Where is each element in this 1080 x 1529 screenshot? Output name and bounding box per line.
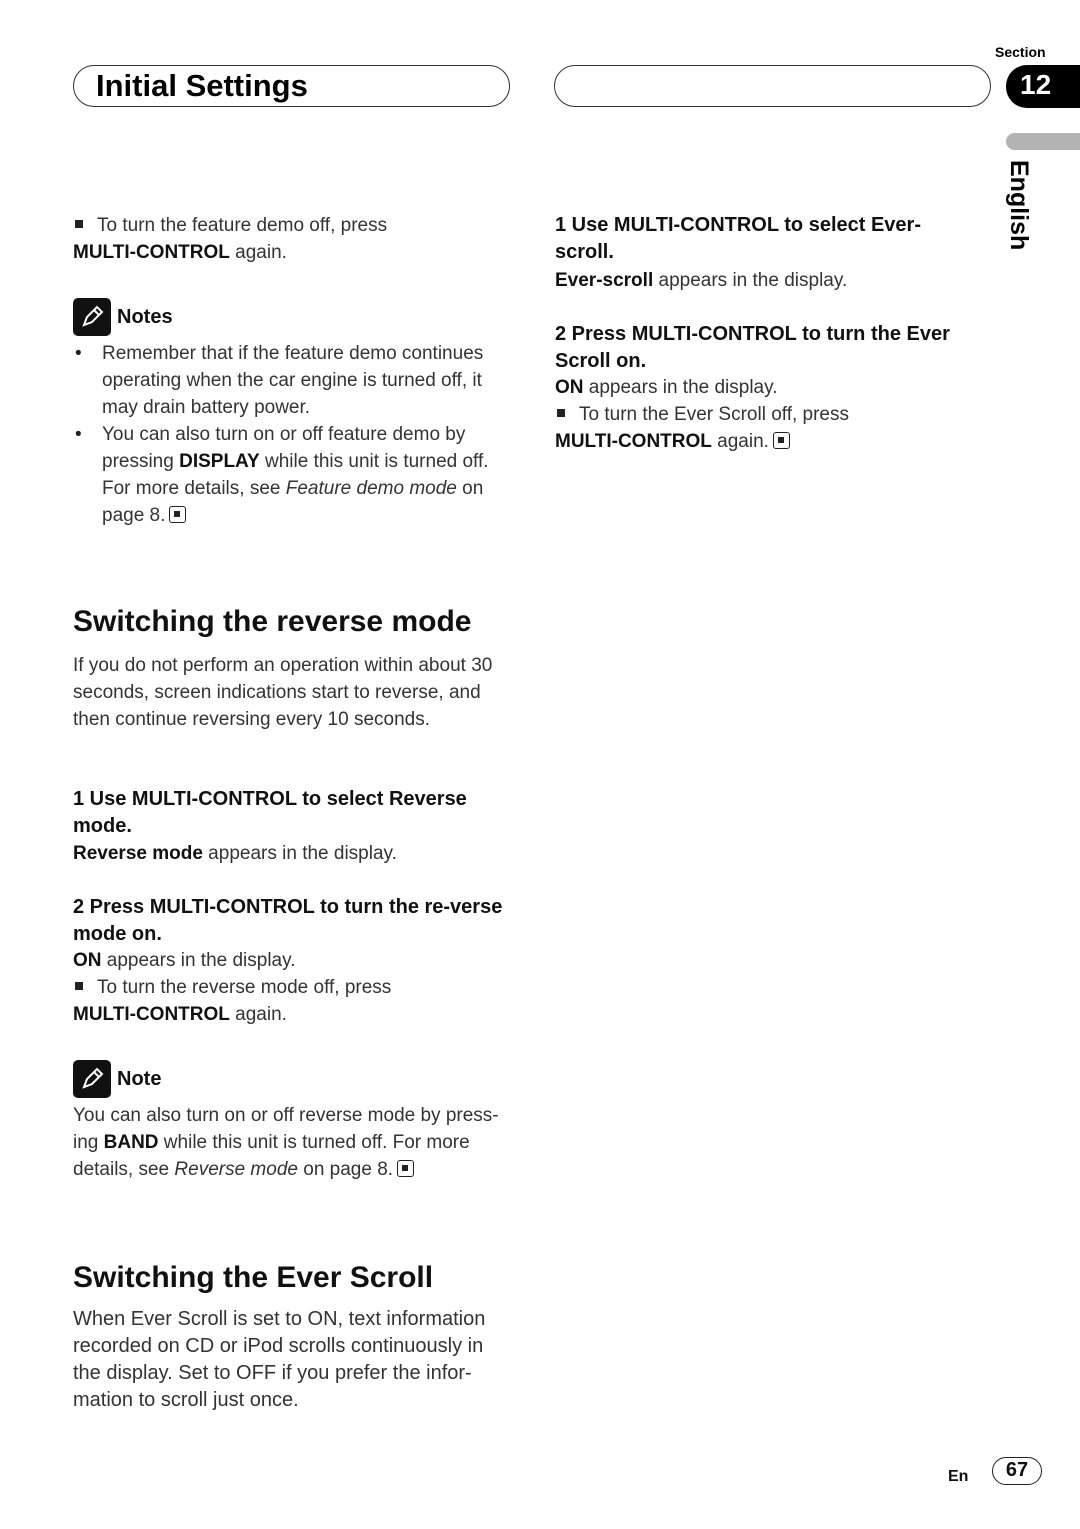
ever-step-1: 1 Use MULTI-CONTROL to select Ever-scrol… xyxy=(555,214,921,263)
demo-off-instruction: To turn the feature demo off, press MULT… xyxy=(73,215,388,263)
note-item: Remember that if the feature demo contin… xyxy=(73,340,513,421)
heading-reverse-mode: Switching the reverse mode xyxy=(73,605,472,638)
page-number: 67 xyxy=(992,1457,1042,1485)
reverse-step-2: 2 Press MULTI-CONTROL to turn the re-ver… xyxy=(73,896,503,945)
notes-list: Remember that if the feature demo contin… xyxy=(73,340,513,529)
note-heading: Note xyxy=(73,1060,161,1098)
section-number: 12 xyxy=(1006,65,1080,108)
ever-step-2-result: ON appears in the display. To turn the E… xyxy=(555,377,849,452)
ever-step-1-result: Ever-scroll appears in the display. xyxy=(555,270,848,291)
footer-language: En xyxy=(948,1468,969,1485)
language-tab-bar xyxy=(1006,133,1080,150)
reverse-step-1-result: Reverse mode appears in the display. xyxy=(73,843,397,864)
end-mark-icon xyxy=(169,506,187,523)
pencil-icon xyxy=(73,1060,111,1098)
note-item: You can also turn on or off feature demo… xyxy=(73,421,513,529)
notes-heading: Notes xyxy=(73,298,173,336)
reverse-step-2-result: ON appears in the display. To turn the r… xyxy=(73,950,392,1025)
chapter-title-box-right xyxy=(554,65,991,107)
chapter-title: Initial Settings xyxy=(96,68,308,103)
square-bullet-icon xyxy=(557,409,565,418)
reverse-intro: If you do not perform an operation withi… xyxy=(73,655,493,730)
reverse-note-text: You can also turn on or off reverse mode… xyxy=(73,1105,499,1180)
chapter-title-box: Initial Settings xyxy=(73,65,510,107)
reverse-step-1: 1 Use MULTI-CONTROL to select Reverse mo… xyxy=(73,788,467,837)
end-mark-icon xyxy=(397,1160,415,1177)
section-label: Section xyxy=(995,44,1046,60)
end-mark-icon xyxy=(772,432,790,449)
pencil-icon xyxy=(73,298,111,336)
language-tab-label: English xyxy=(1005,160,1033,251)
ever-step-2: 2 Press MULTI-CONTROL to turn the Ever S… xyxy=(555,323,950,372)
square-bullet-icon xyxy=(75,982,83,991)
ever-scroll-intro: When Ever Scroll is set to ON, text info… xyxy=(73,1308,486,1411)
heading-ever-scroll: Switching the Ever Scroll xyxy=(73,1261,434,1294)
square-bullet-icon xyxy=(75,220,83,229)
